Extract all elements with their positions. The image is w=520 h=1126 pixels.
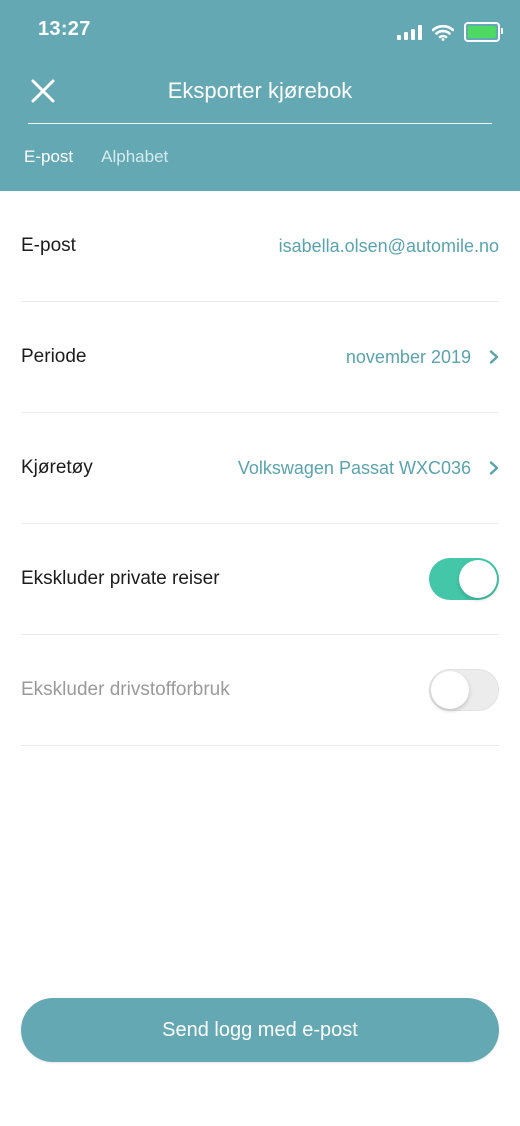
header-divider: [28, 123, 492, 124]
wifi-icon: [432, 24, 454, 41]
vehicle-label: Kjøretøy: [21, 457, 93, 478]
tab-bar: E-post Alphabet: [24, 147, 168, 167]
period-value-text: november 2019: [345, 346, 471, 367]
signal-icon: [397, 24, 422, 40]
period-row[interactable]: Periode november 2019: [21, 302, 499, 413]
vehicle-value-text: Volkswagen Passat WXC036: [237, 457, 471, 478]
chevron-right-icon: [489, 461, 499, 475]
send-log-button[interactable]: Send logg med e-post: [21, 998, 499, 1062]
page-title: Eksporter kjørebok: [167, 78, 353, 103]
email-label: E-post: [21, 235, 76, 256]
exclude-fuel-toggle[interactable]: [429, 669, 499, 711]
toggle-knob: [459, 560, 497, 598]
period-value: november 2019: [346, 347, 499, 368]
header-bar: 13:27 Eksporter kjørebok E-post Alphabet: [0, 0, 520, 191]
vehicle-row[interactable]: Kjøretøy Volkswagen Passat WXC036: [21, 413, 499, 524]
email-row[interactable]: E-post isabella.olsen@automile.no: [21, 191, 499, 302]
email-value-text: isabella.olsen@automile.no: [278, 235, 499, 256]
email-value: isabella.olsen@automile.no: [279, 236, 499, 257]
exclude-private-label: Ekskluder private reiser: [21, 568, 220, 589]
battery-level: [468, 26, 496, 38]
exclude-fuel-row: Ekskluder drivstofforbruk: [21, 635, 499, 746]
exclude-private-row: Ekskluder private reiser: [21, 524, 499, 635]
toggle-knob: [431, 671, 469, 709]
battery-icon: [464, 22, 503, 42]
period-label: Periode: [21, 346, 87, 367]
vehicle-value: Volkswagen Passat WXC036: [238, 458, 499, 479]
status-icons: [397, 21, 503, 43]
exclude-fuel-label: Ekskluder drivstofforbruk: [21, 679, 230, 700]
tab-e-post[interactable]: E-post: [24, 147, 73, 167]
tab-alphabet[interactable]: Alphabet: [101, 147, 168, 167]
exclude-private-toggle[interactable]: [429, 558, 499, 600]
status-time: 13:27: [38, 18, 91, 40]
chevron-right-icon: [489, 350, 499, 364]
